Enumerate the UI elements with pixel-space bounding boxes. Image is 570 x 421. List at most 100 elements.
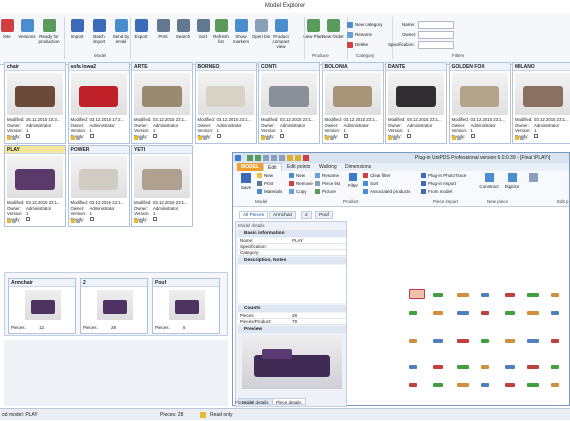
counts-header[interactable]: Counts (238, 305, 346, 312)
tab-piece-details[interactable]: Piece details (272, 398, 306, 405)
ribbon-button-email[interactable]: Send by email (110, 19, 132, 44)
zoom-fit-icon[interactable] (263, 155, 269, 161)
pattern-piece[interactable] (527, 383, 539, 387)
pattern-piece[interactable] (505, 293, 515, 297)
pattern-piece[interactable] (527, 293, 539, 297)
ribbon-button-compact-view[interactable]: Product compact view (270, 19, 292, 49)
tool-icon[interactable] (287, 155, 293, 161)
pattern-piece[interactable] (409, 383, 417, 387)
pattern-piece[interactable] (551, 293, 559, 297)
redo-icon[interactable] (279, 155, 285, 161)
pattern-piece[interactable] (505, 383, 515, 387)
tab-edit-points[interactable]: Edit points (283, 163, 314, 171)
description-header[interactable]: Description, Notes (238, 257, 346, 264)
ready-checkbox[interactable] (343, 133, 348, 138)
pattern-piece[interactable] (433, 383, 443, 387)
ready-checkbox[interactable] (470, 133, 475, 138)
description-area[interactable] (238, 265, 346, 303)
pattern-piece[interactable] (527, 311, 539, 315)
tab-model[interactable]: MODEL (237, 163, 264, 171)
pattern-piece[interactable] (481, 383, 489, 387)
tab-armchair[interactable]: Armchair (269, 211, 297, 219)
filter-name-input[interactable] (418, 21, 454, 29)
pattern-piece[interactable] (551, 339, 559, 343)
rename-category-button[interactable]: Rename (347, 31, 372, 39)
tab-dimensions[interactable]: Dimensions (341, 163, 375, 171)
zoom-out-icon[interactable] (255, 155, 261, 161)
pattern-piece[interactable] (481, 293, 489, 297)
ribbon-button-ready[interactable]: Ready for production (38, 19, 60, 44)
zoom-in-icon[interactable] (247, 155, 253, 161)
from-model-button[interactable]: From model (421, 188, 452, 196)
new-model-button[interactable]: New (257, 172, 273, 180)
ready-checkbox[interactable] (26, 133, 30, 138)
ready-checkbox[interactable] (26, 216, 30, 221)
product-panel[interactable]: Armchair Pieces: 12 (8, 278, 76, 334)
pattern-piece[interactable] (409, 339, 417, 343)
construct-button[interactable]: Construct (479, 173, 499, 191)
ribbon-button-markers[interactable]: Show markers (230, 19, 252, 44)
tab-pouf[interactable]: Pouf (315, 211, 333, 219)
pattern-piece[interactable] (433, 365, 443, 369)
tool3-icon[interactable] (303, 155, 309, 161)
filter-owner-input[interactable] (418, 31, 454, 39)
pattern-piece[interactable] (457, 293, 469, 297)
rename-product-button[interactable]: Rename (315, 172, 339, 180)
ready-checkbox[interactable] (407, 133, 411, 138)
model-card[interactable]: MILANO Modified: 03.12.2015 23:1... Owner: A… (512, 62, 570, 144)
ready-checkbox[interactable] (216, 133, 221, 138)
materials-button[interactable]: Materials (257, 188, 282, 196)
pattern-piece[interactable] (505, 311, 515, 315)
clear-filter-button[interactable]: Clear filter (363, 172, 391, 180)
new-product-button[interactable]: New (289, 172, 305, 180)
remove-product-button[interactable]: Remove (289, 180, 313, 188)
product-panel[interactable]: 2 Pieces: 28 (80, 278, 148, 334)
ribbon-button-versions[interactable]: Versions (16, 19, 38, 39)
new-category-button[interactable]: New category (347, 21, 383, 29)
model-card[interactable]: POWER Modified: 03.12.2015 23:1... Owner: Ad… (67, 145, 130, 227)
tool2-icon[interactable] (295, 155, 301, 161)
print-model-button[interactable]: Print (257, 180, 273, 188)
pattern-piece[interactable] (505, 339, 515, 343)
model-card[interactable]: YETI Modified: 03.12.2015 23:1... Owner: Adm… (131, 145, 193, 227)
model-card[interactable]: PLAY Modified: 03.12.2015 23:1... Owner: Adm… (4, 145, 66, 227)
delete-category-button[interactable]: Delete (347, 41, 368, 49)
tab-all-pieces[interactable]: All Pieces (239, 211, 269, 219)
model-card[interactable]: BORNEO Modified: 03.12.2015 23:1... Owner: A… (194, 62, 257, 144)
pattern-piece[interactable] (433, 311, 443, 315)
filter-button[interactable]: Filter (346, 173, 360, 191)
pattern-piece[interactable] (457, 365, 469, 369)
ribbon-button-refresh[interactable]: Refresh list (210, 19, 232, 44)
ready-checkbox[interactable] (534, 133, 538, 138)
pattern-piece[interactable] (457, 383, 469, 387)
digitize-button[interactable]: Digitize (503, 173, 521, 191)
associated-products-button[interactable]: Associated products (363, 188, 411, 196)
ready-checkbox[interactable] (280, 133, 284, 138)
pattern-piece[interactable] (505, 365, 515, 369)
pattern-piece[interactable] (551, 311, 559, 315)
pattern-piece[interactable] (481, 339, 489, 343)
ribbon-button-import[interactable]: Import (66, 19, 88, 39)
preview-header[interactable]: Preview (238, 326, 346, 333)
ribbon-button-new-plan[interactable]: New Plan (302, 19, 324, 39)
undo-icon[interactable] (271, 155, 277, 161)
ribbon-button-batch-import[interactable]: Batch import (88, 19, 110, 44)
pattern-piece[interactable] (457, 339, 469, 343)
filter-spec-input[interactable] (418, 41, 454, 49)
tab-walking[interactable]: Walking (315, 163, 341, 171)
ready-checkbox[interactable] (153, 133, 157, 138)
ribbon-button-export[interactable]: Export (130, 19, 152, 39)
pattern-piece[interactable] (433, 339, 443, 343)
model-card[interactable]: GOLDEN FOX Modified: 03.12.2015 23:1... Own… (448, 62, 511, 144)
model-card[interactable]: ARTE Modified: 03.12.2015 23:1... Owner: Adm… (131, 62, 193, 144)
model-card[interactable]: chair Modified: 26.11.2015 10:3... Owner: Ad… (4, 62, 66, 144)
pattern-piece[interactable] (481, 311, 489, 315)
ready-checkbox[interactable] (153, 216, 157, 221)
pattern-piece[interactable] (551, 383, 559, 387)
ribbon-button-bin[interactable]: Open bin (250, 19, 272, 39)
sort-button[interactable]: Sort (363, 180, 378, 188)
save-button[interactable]: Save (237, 173, 255, 191)
phototrace-button[interactable]: Plug-in PhotoTrace (421, 172, 466, 180)
pattern-piece[interactable] (409, 365, 417, 369)
pattern-piece[interactable] (527, 365, 539, 369)
